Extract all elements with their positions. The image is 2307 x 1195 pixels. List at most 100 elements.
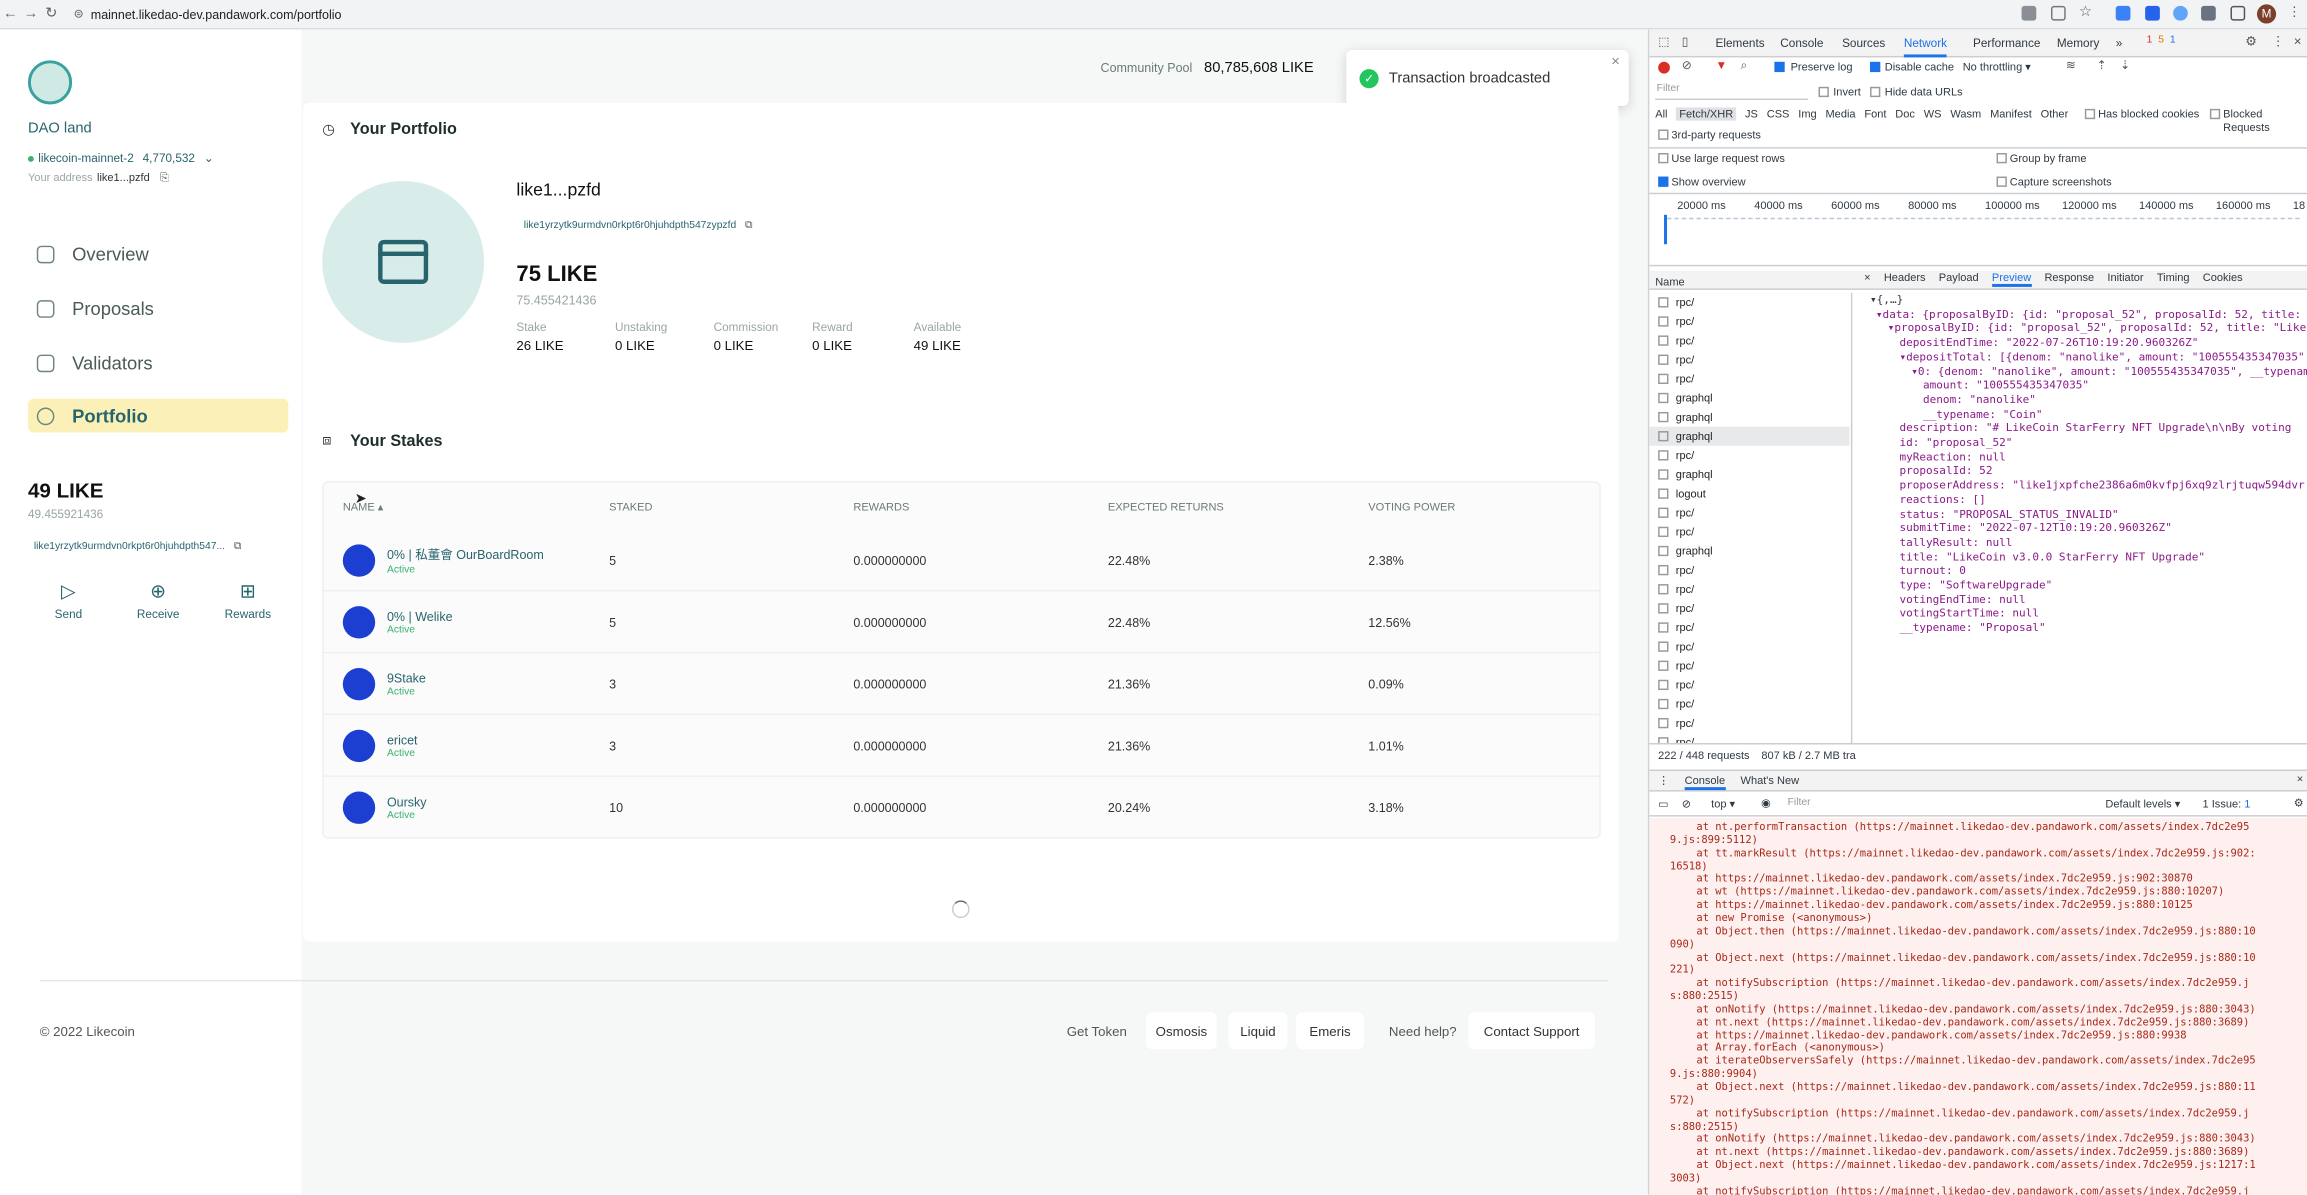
- request-row[interactable]: rpc/: [1649, 561, 1849, 580]
- issue-counts[interactable]: 1 5 1: [2147, 35, 2176, 45]
- close-icon[interactable]: ×: [1611, 54, 1620, 70]
- invert-checkbox[interactable]: [1818, 86, 1829, 98]
- request-row[interactable]: rpc/: [1649, 599, 1849, 618]
- nav-portfolio[interactable]: Portfolio: [27, 398, 289, 433]
- eye-icon[interactable]: ◉: [1761, 796, 1771, 809]
- request-row[interactable]: rpc/: [1649, 580, 1849, 599]
- contact-support-button[interactable]: Contact Support: [1468, 1012, 1595, 1050]
- rewards-button[interactable]: ⊞ Rewards: [207, 577, 288, 636]
- detail-tab-response[interactable]: Response: [2044, 271, 2094, 287]
- sidepanel-icon[interactable]: [2230, 5, 2246, 21]
- request-row[interactable]: rpc/: [1649, 350, 1849, 369]
- address-bar[interactable]: ⊜ mainnet.likedao-dev.pandawork.com/port…: [74, 7, 342, 22]
- tab-performance[interactable]: Performance: [1973, 37, 2040, 50]
- request-row[interactable]: rpc/: [1649, 503, 1849, 522]
- drawer-menu-icon[interactable]: ⋮: [1658, 774, 1669, 787]
- request-row[interactable]: rpc/: [1649, 293, 1849, 312]
- tab-network[interactable]: Network: [1903, 37, 1948, 58]
- type-filter-fetchxhr[interactable]: Fetch/XHR: [1676, 107, 1737, 121]
- type-filter-other[interactable]: Other: [2041, 107, 2069, 120]
- col-voting-power[interactable]: VOTING POWER: [1368, 500, 1455, 513]
- footer-emeris-button[interactable]: Emeris: [1296, 1012, 1364, 1050]
- chain-selector[interactable]: likecoin-mainnet-2 4,770,532 ⌄: [27, 152, 214, 165]
- bookmark-star-icon[interactable]: ☆: [2079, 4, 2094, 20]
- device-toggle-icon[interactable]: ▯: [1682, 35, 1688, 48]
- receive-button[interactable]: ⊕ Receive: [118, 577, 199, 636]
- log-levels-select[interactable]: Default levels ▾: [2105, 797, 2180, 810]
- request-row[interactable]: rpc/: [1649, 694, 1849, 713]
- stake-row[interactable]: 9Stake Active 3 0.000000000 21.36% 0.09%: [322, 653, 1601, 716]
- copy-icon[interactable]: ⧉: [745, 221, 752, 233]
- dao-logo-icon[interactable]: [27, 60, 73, 105]
- request-row[interactable]: rpc/: [1649, 656, 1849, 675]
- share-icon[interactable]: [2050, 5, 2066, 21]
- network-filter-input[interactable]: Filter: [1655, 84, 1809, 101]
- wifi-icon[interactable]: ≋: [2066, 59, 2076, 72]
- preview-line[interactable]: ▾0: {denom: "nanolike", amount: "1005554…: [1911, 364, 2307, 377]
- timeline-overview[interactable]: [1649, 192, 2307, 267]
- console-clear-icon[interactable]: ⊘: [1682, 797, 1691, 810]
- detail-tab-headers[interactable]: Headers: [1884, 271, 1926, 287]
- request-row[interactable]: rpc/: [1649, 733, 1849, 744]
- type-filter-media[interactable]: Media: [1825, 107, 1855, 120]
- settings-gear-icon[interactable]: ⚙: [2245, 34, 2257, 50]
- import-icon[interactable]: ⇡: [2097, 59, 2107, 72]
- drawer-tab-whats-new[interactable]: What's New: [1741, 774, 1800, 787]
- detail-tab-initiator[interactable]: Initiator: [2107, 271, 2143, 287]
- blocked-cookies-checkbox[interactable]: [2084, 108, 2096, 120]
- stake-row[interactable]: 0% | Welike Active 5 0.000000000 22.48% 12.56…: [322, 591, 1601, 654]
- tab-console[interactable]: Console: [1780, 37, 1823, 50]
- detail-tab-timing[interactable]: Timing: [2157, 271, 2190, 287]
- devtools-close-icon[interactable]: ×: [2294, 34, 2302, 49]
- reload-icon[interactable]: ↻: [41, 6, 62, 22]
- request-row[interactable]: graphql: [1649, 408, 1849, 427]
- extension-c-icon[interactable]: [2173, 5, 2188, 21]
- detail-tab-cookies[interactable]: Cookies: [2203, 271, 2243, 287]
- devtools-menu-icon[interactable]: ⋮: [2272, 34, 2285, 50]
- col-expected-returns[interactable]: EXPECTED RETURNS: [1108, 500, 1224, 513]
- extension-k-icon[interactable]: [2115, 5, 2131, 21]
- validator-name[interactable]: 9Stake: [387, 671, 609, 686]
- console-filter-input[interactable]: Filter: [1788, 797, 2082, 812]
- type-filter-font[interactable]: Font: [1864, 107, 1886, 120]
- type-filter-doc[interactable]: Doc: [1895, 107, 1915, 120]
- preview-line[interactable]: ▾depositTotal: [{denom: "nanolike", amou…: [1899, 350, 2304, 363]
- detail-tab-payload[interactable]: Payload: [1939, 271, 1979, 287]
- nav-proposals[interactable]: Proposals: [28, 291, 288, 325]
- translate-icon[interactable]: [2021, 5, 2037, 21]
- type-filter-js[interactable]: JS: [1745, 107, 1758, 120]
- filter-funnel-icon[interactable]: ▼: [1716, 59, 1728, 72]
- stake-row[interactable]: Oursky Active 10 0.000000000 20.24% 3.18%: [322, 777, 1601, 839]
- validator-name[interactable]: 0% | Welike: [387, 609, 609, 624]
- validator-name[interactable]: 0% | 私董會 OurBoardRoom: [387, 546, 609, 564]
- type-filter-img[interactable]: Img: [1798, 107, 1816, 120]
- show-overview-checkbox[interactable]: [1658, 176, 1669, 187]
- search-icon[interactable]: ⌕: [1741, 59, 1748, 74]
- request-row[interactable]: graphql: [1649, 465, 1849, 484]
- footer-liquid-button[interactable]: Liquid: [1228, 1012, 1288, 1050]
- preview-line[interactable]: ▾data: {proposalByID: {id: "proposal_52"…: [1876, 307, 2301, 320]
- stake-row[interactable]: ericet Active 3 0.000000000 21.36% 1.01%: [322, 715, 1601, 777]
- preview-line[interactable]: depositEndTime: "2022-07-26T10:19:20.960…: [1899, 336, 2198, 349]
- request-row[interactable]: rpc/: [1649, 675, 1849, 694]
- extension-puzzle-icon[interactable]: [2201, 5, 2216, 21]
- large-rows-checkbox[interactable]: [1658, 153, 1669, 164]
- detail-close-icon[interactable]: ×: [1864, 271, 1870, 287]
- request-row[interactable]: rpc/: [1649, 522, 1849, 541]
- export-icon[interactable]: ⇣: [2120, 59, 2130, 72]
- tab-sources[interactable]: Sources: [1842, 37, 1885, 50]
- type-filter-manifest[interactable]: Manifest: [1990, 107, 2032, 120]
- console-settings-icon[interactable]: ⚙: [2294, 796, 2304, 809]
- type-filter-all[interactable]: All: [1655, 107, 1667, 120]
- request-row[interactable]: rpc/: [1649, 369, 1849, 388]
- request-row[interactable]: logout: [1649, 484, 1849, 503]
- logout-icon[interactable]: ⎘: [160, 171, 169, 186]
- request-row[interactable]: rpc/: [1649, 312, 1849, 331]
- clear-icon[interactable]: ⊘: [1682, 59, 1692, 72]
- type-filter-ws[interactable]: WS: [1924, 107, 1942, 120]
- preview-line[interactable]: ▾proposalByID: {id: "proposal_52", propo…: [1888, 321, 2307, 334]
- footer-osmosis-button[interactable]: Osmosis: [1146, 1012, 1217, 1050]
- request-row[interactable]: graphql: [1649, 426, 1850, 446]
- sidebar-toggle-icon[interactable]: ▭: [1658, 797, 1668, 810]
- context-select[interactable]: top ▾: [1711, 797, 1735, 810]
